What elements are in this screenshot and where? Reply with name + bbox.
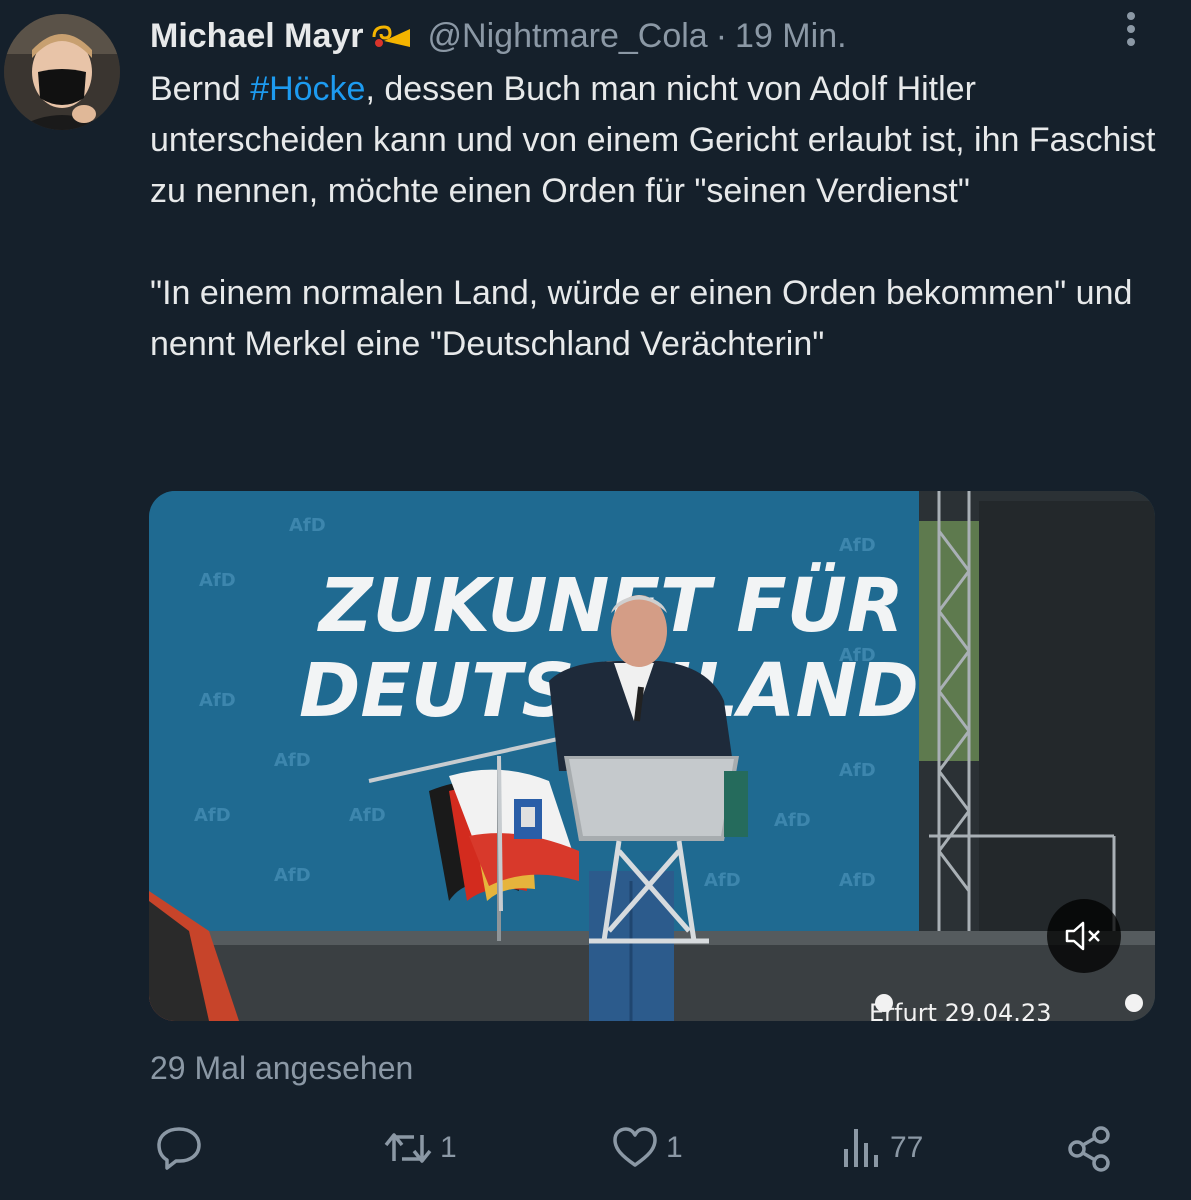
tweet-text: Bernd #Höcke, dessen Buch man nicht von … <box>150 64 1165 370</box>
afd-logo-watermark: AfD <box>199 570 236 591</box>
reply-button[interactable] <box>154 1118 204 1178</box>
stage-curtain <box>979 501 1155 971</box>
afd-logo-watermark: AfD <box>839 760 876 781</box>
afd-logo-watermark: AfD <box>274 865 311 886</box>
timestamp[interactable]: 19 Min. <box>735 17 847 56</box>
video-player[interactable]: AfD AfD AfD AfD AfD AfD AfD AfD AfD AfD … <box>149 491 1155 1021</box>
share-icon <box>1068 1126 1110 1172</box>
views-count: 77 <box>890 1131 924 1164</box>
avatar[interactable] <box>4 14 120 130</box>
afd-logo-watermark: AfD <box>839 535 876 556</box>
display-name[interactable]: Michael Mayr <box>150 17 364 56</box>
separator-dot: · <box>715 16 728 55</box>
like-count: 1 <box>666 1131 683 1164</box>
action-bar: 1 1 77 <box>150 1118 1130 1178</box>
afd-logo-watermark: AfD <box>194 805 231 826</box>
hashtag-link[interactable]: #Höcke <box>250 70 365 108</box>
afd-logo-watermark: AfD <box>704 870 741 891</box>
afd-logo-watermark: AfD <box>199 690 236 711</box>
retweet-icon <box>384 1133 432 1163</box>
video-caption: Erfurt 29.04.23 <box>869 999 1051 1021</box>
microphone <box>634 686 644 722</box>
handle[interactable]: @Nightmare_Cola <box>428 17 708 56</box>
afd-logo-watermark: AfD <box>774 810 811 831</box>
postal-horn-icon <box>370 21 414 51</box>
view-count: 29 Mal angesehen <box>150 1050 414 1086</box>
afd-logo-watermark: AfD <box>274 750 311 771</box>
views-analytics-button[interactable]: 77 <box>840 1118 923 1178</box>
speaker-muted-icon <box>1065 921 1100 951</box>
retweet-count: 1 <box>440 1131 457 1164</box>
tweet-header: Michael Mayr @Nightmare_Cola · 19 Min. <box>150 14 847 58</box>
tweet[interactable]: Michael Mayr @Nightmare_Cola · 19 Min. B… <box>0 0 1191 1200</box>
afd-logo-watermark: AfD <box>289 515 326 536</box>
afd-logo-watermark: AfD <box>839 870 876 891</box>
tweet-text-rest: , dessen Buch man nicht von Adolf Hitler… <box>150 70 1156 363</box>
more-options-icon[interactable] <box>1118 10 1144 50</box>
afd-logo-watermark: AfD <box>349 805 386 826</box>
tweet-text-start: Bernd <box>150 70 251 108</box>
heart-icon <box>613 1127 657 1167</box>
reply-icon <box>157 1127 201 1170</box>
share-button[interactable] <box>1065 1118 1115 1178</box>
mute-button[interactable] <box>1047 899 1121 973</box>
analytics-icon <box>844 1129 878 1167</box>
banner-slogan-line1: ZUKUNFT FÜR <box>317 561 904 649</box>
retweet-button[interactable]: 1 <box>382 1118 457 1178</box>
like-button[interactable]: 1 <box>610 1118 683 1178</box>
